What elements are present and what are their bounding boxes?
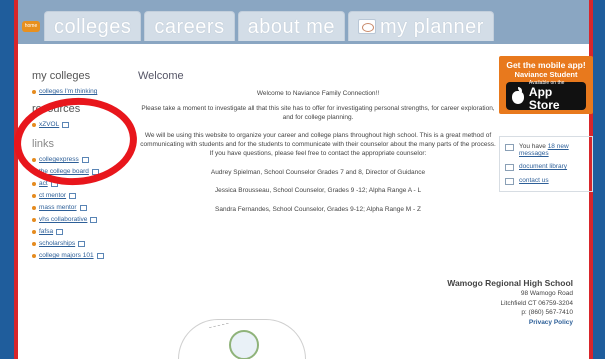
page-title: Welcome xyxy=(138,70,184,82)
address-line-2: Litchfield CT 06759-3204 xyxy=(500,299,573,307)
sidebar-link-college-majors-101[interactable]: college majors 101 xyxy=(32,252,140,259)
welcome-message: Welcome to Naviance Family Connection!! xyxy=(256,90,380,97)
school-footer: Wamogo Regional High School 98 Wamogo Ro… xyxy=(447,277,573,327)
promo-title: Get the mobile app! xyxy=(506,60,586,70)
sidebar-link-fafsa[interactable]: fafsa xyxy=(32,228,140,235)
sidebar-link-mass-mentor[interactable]: mass mentor xyxy=(32,204,140,211)
sidebar-link-ct-mentor[interactable]: ct mentor xyxy=(32,192,140,199)
document-icon xyxy=(505,164,514,171)
bullet-icon xyxy=(32,253,36,258)
main-content: Welcome Welcome to Naviance Family Conne… xyxy=(138,70,498,225)
quick-links-box: You have 18 new messages document librar… xyxy=(499,136,593,192)
bullet-icon xyxy=(32,89,36,94)
sidebar-link-college-board[interactable]: the college board xyxy=(32,168,140,175)
link-label: college majors 101 xyxy=(39,252,94,259)
appstore-big-text: App Store xyxy=(528,85,560,112)
bullet-icon xyxy=(32,122,36,127)
header-bar: home colleges careers about me my planne… xyxy=(18,0,589,44)
bullet-icon xyxy=(32,217,36,222)
organize-paragraph: We will be using this website to organiz… xyxy=(140,132,496,157)
resources-heading: resources xyxy=(32,103,81,115)
external-window-icon xyxy=(81,156,89,163)
seal-emblem xyxy=(229,330,259,359)
mobile-app-promo[interactable]: Get the mobile app! Naviance Student Ava… xyxy=(499,56,593,114)
bullet-icon xyxy=(32,241,36,246)
privacy-policy-link[interactable]: Privacy Policy xyxy=(447,318,573,327)
link-label: act xyxy=(39,180,48,187)
external-window-icon xyxy=(69,192,77,199)
messages-prefix: You have xyxy=(519,143,548,150)
link-label: xZVOL xyxy=(39,121,60,128)
tab-my-planner-label: my planner xyxy=(379,15,484,38)
external-window-icon xyxy=(56,228,64,235)
page-frame: home colleges careers about me my planne… xyxy=(11,0,593,359)
tab-my-planner[interactable]: my planner xyxy=(347,11,494,41)
link-label: the college board xyxy=(39,168,89,175)
sidebar-link-scholarships[interactable]: scholarships xyxy=(32,240,140,247)
external-window-icon xyxy=(90,216,98,223)
seal-text-arc: ~ ~ ~ ~ ~ xyxy=(208,320,230,332)
tab-careers[interactable]: careers xyxy=(144,11,235,41)
link-label: collegexpress xyxy=(39,156,79,163)
link-label: scholarships xyxy=(39,240,76,247)
planner-icon xyxy=(357,19,376,34)
external-window-icon xyxy=(50,180,58,187)
sidebar-link-act[interactable]: act xyxy=(32,180,140,187)
link-label: vhs collaborative xyxy=(39,216,88,223)
external-window-icon xyxy=(79,204,87,211)
main-nav: home colleges careers about me my planne… xyxy=(20,9,497,41)
sidebar-link-collegexpress[interactable]: collegexpress xyxy=(32,156,140,163)
counselor-line: Audrey Spielman, School Counselor Grades… xyxy=(210,168,426,176)
bullet-icon xyxy=(32,193,36,198)
link-label: ct mentor xyxy=(39,192,67,199)
external-window-icon xyxy=(78,240,86,247)
bullet-icon xyxy=(32,181,36,186)
tab-colleges[interactable]: colleges xyxy=(44,11,142,41)
promo-subtitle: Naviance Student xyxy=(514,70,578,79)
right-column: Get the mobile app! Naviance Student Ava… xyxy=(499,56,593,192)
sidebar-link-vhs-collaborative[interactable]: vhs collaborative xyxy=(32,216,140,223)
contact-us-link[interactable]: contact us xyxy=(519,177,549,184)
address-line-1: 98 Wamogo Road xyxy=(520,290,573,298)
intro-paragraph: Please take a moment to investigate all … xyxy=(141,104,495,121)
document-library-row: document library xyxy=(505,163,587,171)
school-name: Wamogo Regional High School xyxy=(447,278,573,288)
bullet-icon xyxy=(32,169,36,174)
messages-row: You have 18 new messages xyxy=(505,143,587,157)
document-library-link[interactable]: document library xyxy=(519,163,567,170)
home-button[interactable]: home xyxy=(22,21,40,32)
external-window-icon xyxy=(91,168,99,175)
tab-about-me[interactable]: about me xyxy=(237,11,345,41)
link-label: mass mentor xyxy=(39,204,77,211)
counselor-line: Jessica Brousseau, School Counselor, Gra… xyxy=(214,187,422,195)
external-window-icon xyxy=(62,121,70,128)
link-label: colleges I'm thinking xyxy=(39,88,98,95)
bullet-icon xyxy=(32,205,36,210)
external-window-icon xyxy=(96,252,104,259)
links-heading: links xyxy=(32,138,55,150)
counselor-line: Sandra Fernandes, School Counselor, Grad… xyxy=(215,206,421,214)
link-label: fafsa xyxy=(39,228,54,235)
contact-us-row: contact us xyxy=(505,177,587,185)
bullet-icon xyxy=(32,157,36,162)
envelope-icon xyxy=(505,144,514,151)
bullet-icon xyxy=(32,229,36,234)
phone-number: p: (860) 567-7410 xyxy=(521,309,573,317)
contact-icon xyxy=(505,178,514,185)
apple-icon xyxy=(510,87,526,105)
school-seal-image: ~ ~ ~ ~ ~ xyxy=(178,319,306,359)
sidebar: my colleges colleges I'm thinking resour… xyxy=(32,70,140,264)
my-colleges-heading: my colleges xyxy=(32,70,91,82)
app-store-badge[interactable]: Available on the App Store xyxy=(506,80,586,112)
sidebar-link-xzvol[interactable]: xZVOL xyxy=(32,121,140,128)
sidebar-link-colleges-thinking[interactable]: colleges I'm thinking xyxy=(32,88,140,95)
